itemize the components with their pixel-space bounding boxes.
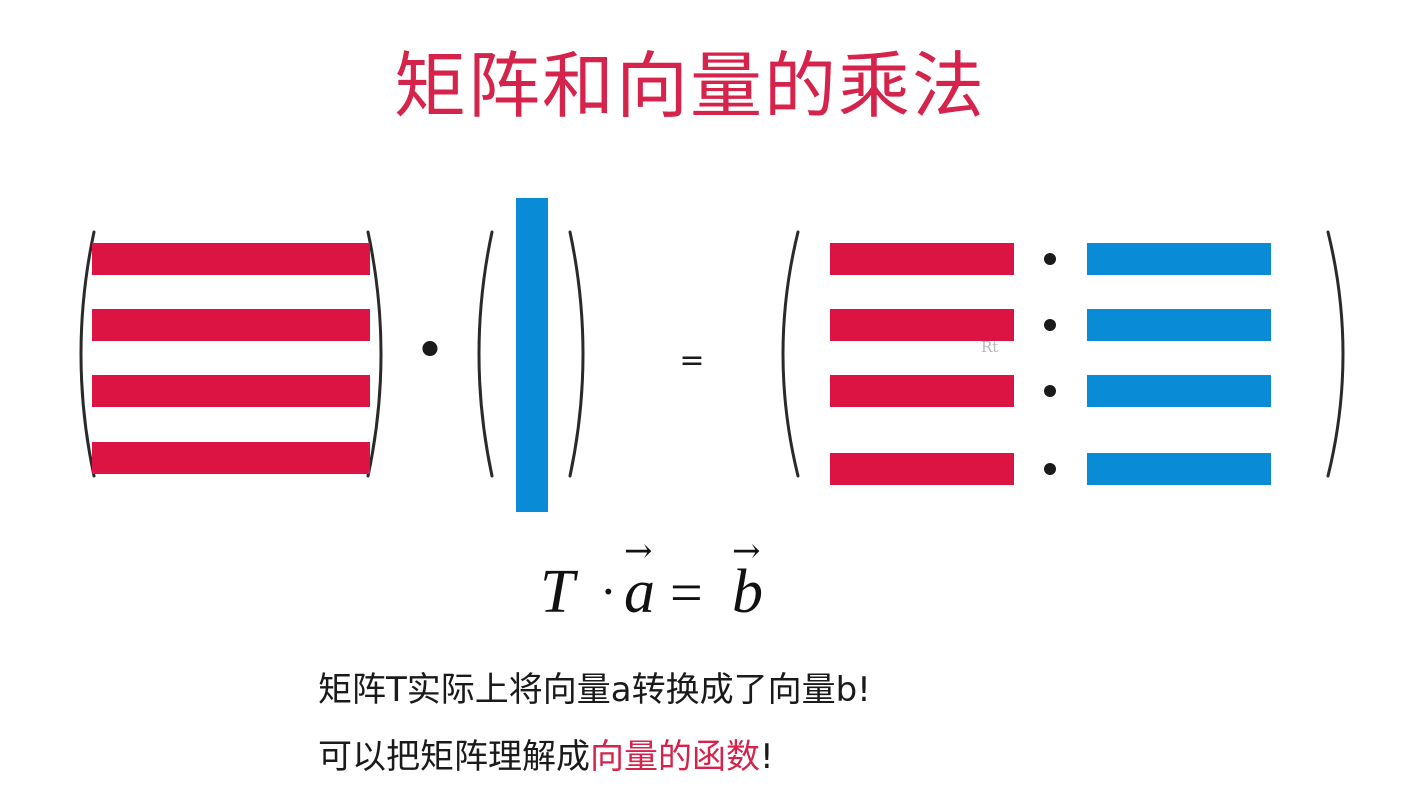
result-row-dot-3 [1044, 385, 1056, 397]
caption-line-1: 矩阵T实际上将向量a转换成了向量b! [318, 670, 871, 710]
matrix-row-1 [92, 243, 370, 275]
result-row-blue-2 [1087, 309, 1271, 341]
result-row-dot-4 [1044, 463, 1056, 475]
result-row-blue-1 [1087, 243, 1271, 275]
result-rows [830, 243, 1271, 485]
result-row-red-3 [830, 375, 1014, 407]
formula-vector-a: a [624, 558, 655, 626]
caption-line-2-suffix: ! [760, 737, 774, 777]
vector-left-paren [477, 230, 494, 478]
slide: 矩阵和向量的乘法 • = Rt T · → a = → b 矩阵T实际上将向量a… [0, 0, 1423, 788]
result-right-paren [1326, 230, 1345, 478]
formula-dot: · [600, 563, 617, 619]
result-row-dot-2 [1044, 319, 1056, 331]
caption-line-2-highlight: 向量的函数 [590, 737, 760, 777]
caption-line-2: 可以把矩阵理解成向量的函数! [318, 735, 774, 779]
result-row-dot-1 [1044, 253, 1056, 265]
formula: T · → a = → b [540, 536, 763, 626]
vector-bar [516, 198, 548, 512]
result-row-red-2 [830, 309, 1014, 341]
result-row-blue-3 [1087, 375, 1271, 407]
vector-right-paren [568, 230, 585, 478]
formula-equals: = [670, 560, 703, 625]
result-row-blue-4 [1087, 453, 1271, 485]
equals-sign: = [679, 343, 704, 378]
vector-column [516, 198, 548, 512]
formula-vector-b: b [732, 558, 763, 626]
matrix-row-4 [92, 442, 370, 474]
multiply-dot: • [415, 321, 446, 381]
formula-matrix-t: T [540, 558, 579, 626]
watermark: Rt [981, 338, 998, 356]
matrix-row-3 [92, 375, 370, 407]
result-row-red-1 [830, 243, 1014, 275]
caption-line-2-prefix: 可以把矩阵理解成 [318, 737, 590, 777]
matrix-row-2 [92, 309, 370, 341]
matrix-rows [92, 243, 370, 474]
result-row-red-4 [830, 453, 1014, 485]
result-left-paren [781, 230, 800, 478]
